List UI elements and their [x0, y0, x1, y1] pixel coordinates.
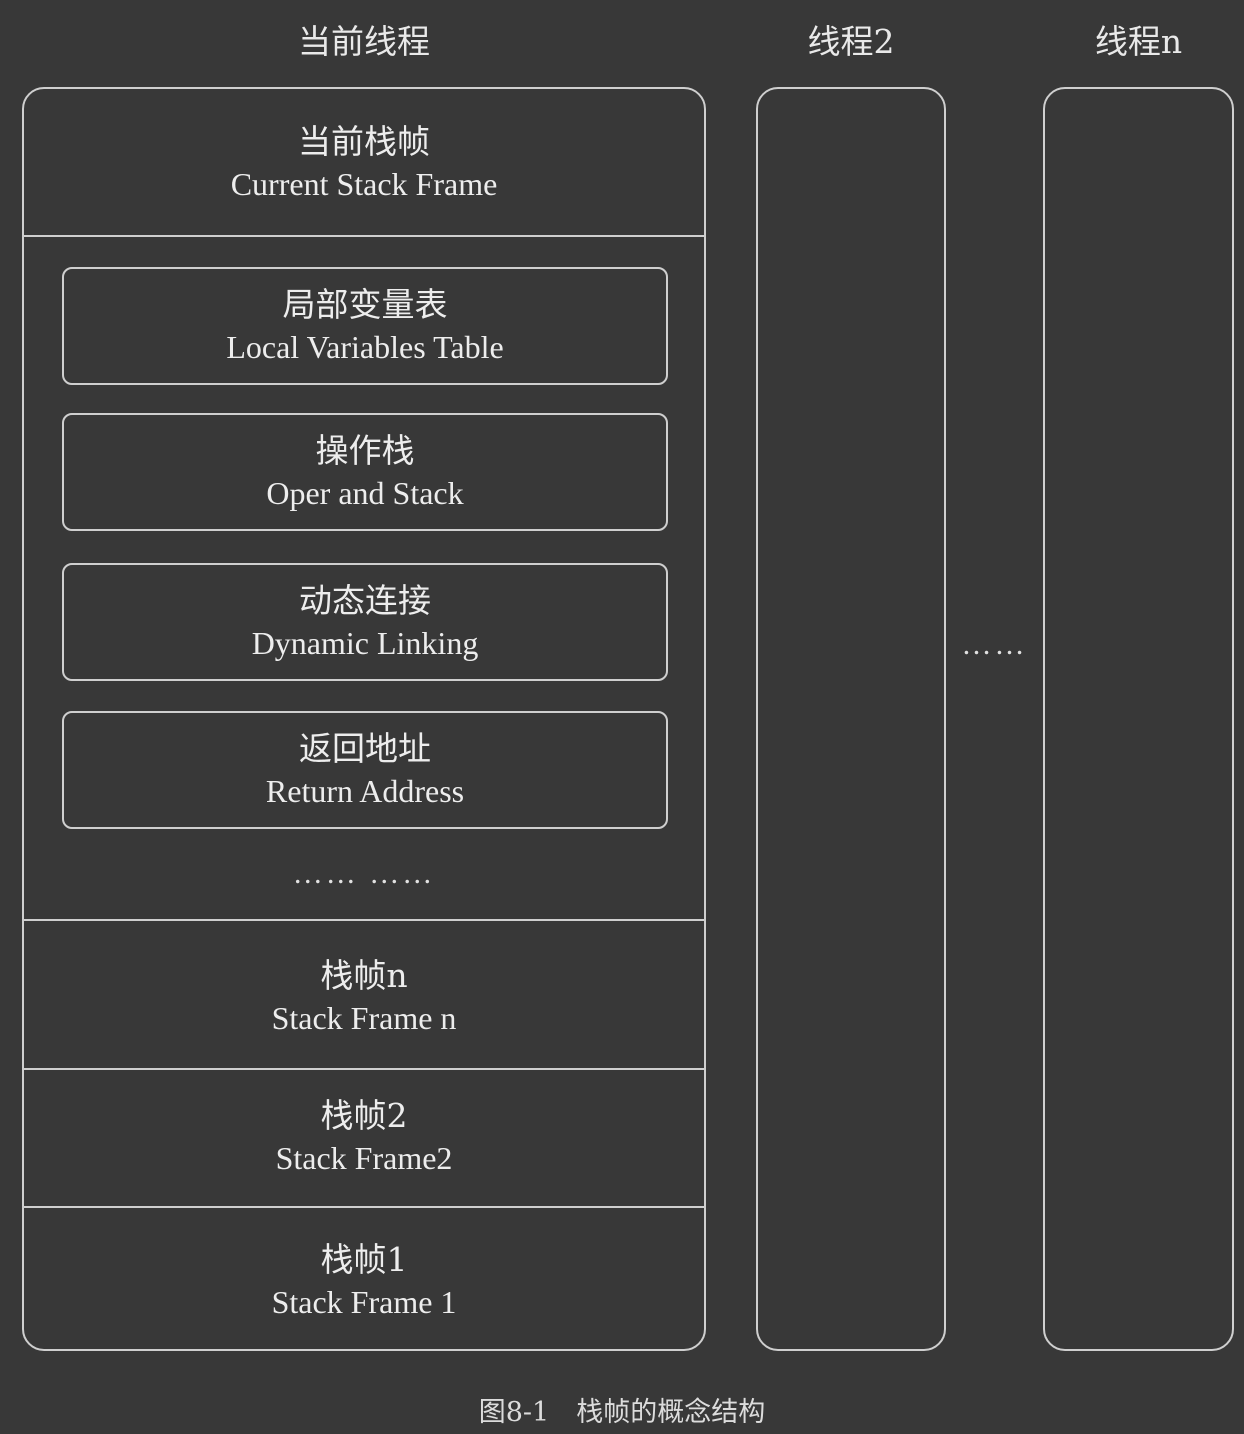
thread-2-box [756, 87, 946, 1351]
component-zh: 局部变量表 [282, 285, 448, 324]
divider-above-frame-2 [24, 1068, 704, 1070]
current-thread-title: 当前线程 [298, 22, 430, 61]
components-ellipsis: …… …… [292, 857, 436, 890]
stack-frame-zh: 栈帧1 [320, 1240, 408, 1279]
return-address-box: 返回地址 Return Address [62, 711, 668, 829]
stack-frame-en: Stack Frame n [271, 1000, 457, 1036]
current-thread-box: 当前栈帧 Current Stack Frame 局部变量表 Local Var… [22, 87, 706, 1351]
local-variables-table-box: 局部变量表 Local Variables Table [62, 267, 668, 385]
operand-stack-box: 操作栈 Oper and Stack [62, 413, 668, 531]
stack-frame-zh: 栈帧n [320, 956, 408, 995]
component-zh: 返回地址 [299, 729, 431, 768]
thread-n-box [1043, 87, 1234, 1351]
component-en: Dynamic Linking [251, 625, 479, 661]
threads-ellipsis: …… [961, 628, 1028, 661]
current-stack-frame-zh: 当前栈帧 [298, 122, 430, 161]
component-en: Local Variables Table [226, 329, 504, 365]
figure-caption: 图8-1 栈帧的概念结构 [478, 1397, 766, 1428]
component-zh: 操作栈 [315, 431, 415, 470]
thread-n-title: 线程n [1094, 22, 1183, 61]
divider-below-current-frame [24, 235, 704, 237]
stack-frame-en: Stack Frame 1 [271, 1284, 457, 1320]
component-en: Oper and Stack [266, 475, 464, 511]
stack-frame-1: 栈帧1 Stack Frame 1 [24, 1221, 704, 1341]
current-stack-frame: 当前栈帧 Current Stack Frame [24, 107, 704, 219]
current-stack-frame-en: Current Stack Frame [230, 166, 498, 202]
dynamic-linking-box: 动态连接 Dynamic Linking [62, 563, 668, 681]
component-zh: 动态连接 [299, 581, 431, 620]
stack-frame-n: 栈帧n Stack Frame n [24, 937, 704, 1057]
divider-above-frame-n [24, 919, 704, 921]
component-en: Return Address [265, 773, 465, 809]
stack-frame-en: Stack Frame2 [275, 1140, 453, 1176]
divider-above-frame-1 [24, 1206, 704, 1208]
stack-frame-2: 栈帧2 Stack Frame2 [24, 1079, 704, 1195]
thread-2-title: 线程2 [807, 22, 895, 61]
stack-frame-zh: 栈帧2 [320, 1096, 408, 1135]
